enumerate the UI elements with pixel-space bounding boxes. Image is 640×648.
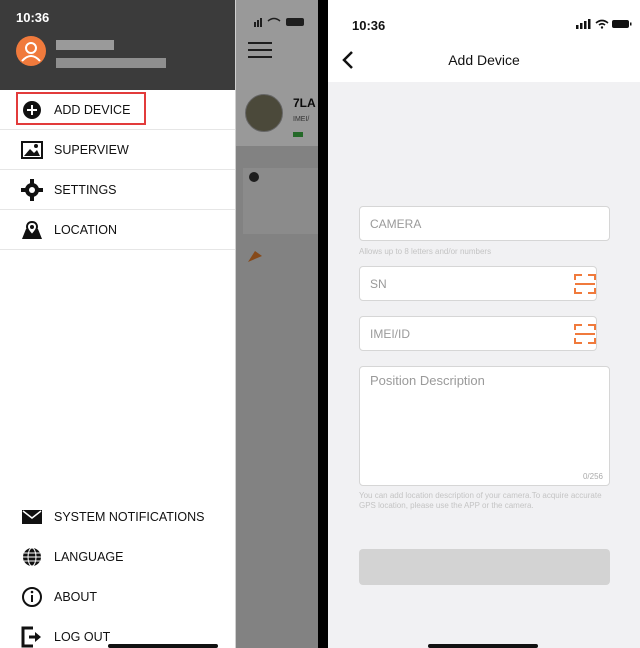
email-redacted (56, 58, 166, 68)
camera-placeholder: CAMERA (370, 216, 422, 231)
sn-field[interactable]: SN (359, 266, 597, 301)
description-hint: You can add location description of your… (359, 491, 602, 510)
description-placeholder: Position Description (370, 373, 485, 388)
menu-item-location[interactable]: LOCATION (0, 210, 235, 250)
overlay-dim[interactable] (235, 0, 318, 648)
camera-hint: Allows up to 8 letters and/or numbers (359, 247, 492, 256)
menu-item-superview[interactable]: SUPERVIEW (0, 130, 235, 170)
drawer-header: 10:36 (0, 0, 235, 90)
menu-item-system-notifications[interactable]: SYSTEM NOTIFICATIONS (0, 497, 235, 537)
nav-header: 10:36 Add Device (328, 0, 640, 82)
status-time: 10:36 (16, 10, 50, 25)
menu-label: SETTINGS (54, 182, 117, 197)
menu-item-language[interactable]: LANGUAGE (0, 537, 235, 577)
menu-item-settings[interactable]: SETTINGS (0, 170, 235, 210)
menu-label: LOCATION (54, 222, 117, 237)
imei-placeholder: IMEI/ID (370, 326, 411, 341)
scan-sn-icon[interactable] (573, 272, 597, 296)
menu-label: SUPERVIEW (54, 142, 129, 157)
home-indicator (108, 644, 218, 648)
imei-field[interactable]: IMEI/ID (359, 316, 597, 351)
left-screen: 7LA IMEI/ 10:36 ADD DEVICE SUPERVIEW SET… (0, 0, 318, 648)
user-icon (21, 42, 41, 62)
info-icon (20, 585, 44, 609)
menu-label: LOG OUT (54, 630, 111, 644)
sn-placeholder: SN (370, 276, 387, 291)
avatar[interactable] (16, 36, 46, 66)
char-counter: 0/256 (582, 472, 603, 481)
username-redacted (56, 40, 114, 50)
menu-label: ABOUT (54, 590, 98, 604)
logout-icon (20, 625, 44, 648)
highlight-box (16, 92, 146, 125)
camera-field[interactable]: CAMERA (359, 206, 610, 241)
globe-icon (20, 545, 44, 569)
side-drawer: 10:36 ADD DEVICE SUPERVIEW SETTINGS LOCA… (0, 0, 236, 648)
envelope-icon (20, 505, 44, 529)
home-indicator (428, 644, 538, 648)
scan-imei-icon[interactable] (573, 322, 597, 346)
menu-label: LANGUAGE (54, 550, 124, 564)
right-screen: 10:36 Add Device CAMERA Allows up to 8 l… (328, 0, 640, 648)
page-title: Add Device (448, 52, 520, 68)
image-icon (20, 138, 44, 162)
position-description-field[interactable]: Position Description 0/256 (359, 366, 610, 486)
status-icons (576, 19, 632, 29)
menu-label: SYSTEM NOTIFICATIONS (54, 510, 205, 524)
status-time: 10:36 (352, 18, 386, 33)
submit-button[interactable] (359, 549, 610, 585)
menu-item-about[interactable]: ABOUT (0, 577, 235, 617)
map-pin-icon (20, 218, 44, 242)
gear-icon (20, 178, 44, 202)
